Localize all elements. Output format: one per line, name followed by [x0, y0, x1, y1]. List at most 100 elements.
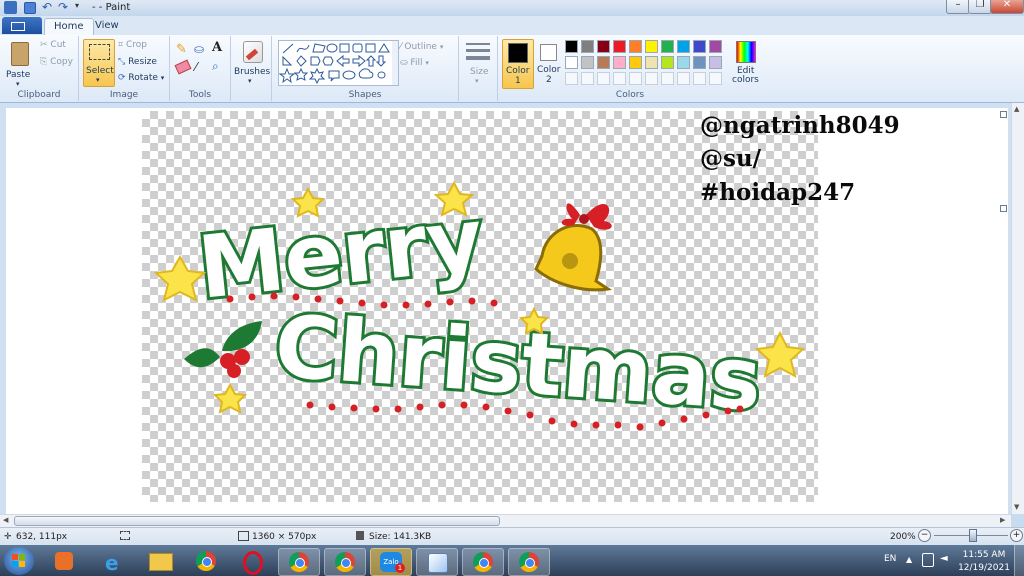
scroll-left-icon[interactable]: ◀	[3, 516, 8, 524]
resize-button[interactable]: ⤡ Resize	[118, 57, 157, 67]
selection-size-icon	[120, 531, 130, 540]
chrome-profile-window-4[interactable]	[508, 548, 550, 576]
palette-swatch[interactable]	[581, 40, 594, 53]
palette-custom-slot[interactable]	[693, 72, 706, 85]
zoom-slider-thumb[interactable]	[969, 529, 977, 542]
opera-icon[interactable]	[232, 548, 272, 575]
clock-time[interactable]: 11:55 AM	[958, 550, 1010, 560]
color1-button[interactable]: Color 1	[502, 39, 534, 89]
palette-swatch[interactable]	[597, 56, 610, 69]
eraser-icon[interactable]	[174, 59, 192, 75]
copy-button[interactable]: ⎘ Copy	[40, 57, 73, 67]
palette-swatch[interactable]	[677, 40, 690, 53]
close-button[interactable]: ✕	[990, 0, 1024, 14]
undo-icon[interactable]: ↶	[42, 0, 52, 14]
minimize-button[interactable]: –	[946, 0, 970, 14]
tab-view[interactable]: View	[86, 18, 128, 35]
select-button[interactable]: Select ▾	[83, 39, 115, 87]
clock-date[interactable]: 12/19/2021	[958, 563, 1010, 573]
zalo-app-button[interactable]: Zalo 1	[370, 548, 412, 576]
scroll-right-icon[interactable]: ▶	[1000, 516, 1005, 524]
internet-explorer-icon[interactable]: e	[94, 548, 134, 575]
palette-custom-slot[interactable]	[709, 72, 722, 85]
chrome-profile-window-2[interactable]	[324, 548, 366, 576]
chrome-profile-window[interactable]	[278, 548, 320, 576]
palette-swatch[interactable]	[693, 40, 706, 53]
pencil-icon[interactable]: ✎	[176, 42, 187, 57]
palette-custom-slot[interactable]	[613, 72, 626, 85]
resize-handle-right[interactable]	[1000, 205, 1007, 212]
shapes-gallery[interactable]	[278, 40, 394, 86]
paint-taskbar-icon[interactable]	[416, 548, 458, 576]
fill-bucket-icon[interactable]: ⛀	[194, 42, 204, 56]
network-icon[interactable]	[922, 553, 934, 567]
palette-swatch[interactable]	[677, 56, 690, 69]
palette-swatch[interactable]	[565, 56, 578, 69]
input-language[interactable]: EN	[884, 554, 896, 564]
palette-custom-slot[interactable]	[565, 72, 578, 85]
palette-swatch[interactable]	[645, 56, 658, 69]
scroll-down-icon[interactable]: ▼	[1014, 503, 1019, 511]
palette-swatch[interactable]	[629, 40, 642, 53]
brushes-button[interactable]: Brushes ▾	[234, 39, 270, 85]
colors-group-label: Colors	[615, 90, 645, 100]
crop-button[interactable]: ⌗ Crop	[118, 40, 147, 50]
chevron-down-icon: ▾	[96, 76, 100, 84]
palette-custom-slot[interactable]	[581, 72, 594, 85]
shapes-gallery-scroll[interactable]	[392, 40, 399, 86]
palette-swatch[interactable]	[645, 40, 658, 53]
color-picker-icon[interactable]: ⁄	[195, 60, 197, 74]
rotate-button[interactable]: ⟳ Rotate ▾	[118, 73, 164, 83]
fill-button[interactable]: ⛀ Fill ▾	[400, 58, 429, 68]
file-explorer-icon[interactable]	[140, 548, 180, 574]
zoom-in-button[interactable]: +	[1010, 529, 1023, 542]
magnifier-icon[interactable]: ⌕	[212, 59, 219, 74]
palette-swatch[interactable]	[693, 56, 706, 69]
edit-colors-button[interactable]: Edit colors	[732, 39, 760, 87]
horizontal-scroll-thumb[interactable]	[14, 516, 500, 526]
palette-custom-slot[interactable]	[597, 72, 610, 85]
customize-quick-access-icon[interactable]: ▾	[75, 1, 79, 10]
zoom-out-button[interactable]: −	[918, 529, 931, 542]
palette-custom-slot[interactable]	[661, 72, 674, 85]
save-icon[interactable]	[24, 2, 36, 14]
chrome-profile-window-3[interactable]	[462, 548, 504, 576]
volume-icon[interactable]: ◄	[940, 553, 948, 564]
palette-swatch[interactable]	[613, 40, 626, 53]
palette-swatch[interactable]	[581, 56, 594, 69]
start-button[interactable]	[4, 547, 34, 575]
palette-swatch[interactable]	[709, 56, 722, 69]
palette-swatch[interactable]	[613, 56, 626, 69]
redo-icon[interactable]: ↷	[58, 0, 68, 14]
palette-swatch[interactable]	[709, 40, 722, 53]
clipboard-icon	[11, 42, 29, 66]
file-menu-button[interactable]	[2, 17, 42, 34]
chevron-down-icon: ▾	[475, 77, 479, 85]
media-player-icon[interactable]	[44, 548, 84, 574]
paint-app-icon[interactable]	[4, 1, 17, 14]
palette-custom-slot[interactable]	[629, 72, 642, 85]
palette-custom-slot[interactable]	[677, 72, 690, 85]
palette-swatch[interactable]	[661, 56, 674, 69]
scroll-up-icon[interactable]: ▲	[1014, 105, 1019, 113]
fill-icon: ⛀	[400, 58, 408, 68]
color-spectrum-icon	[736, 41, 756, 63]
palette-custom-slot[interactable]	[645, 72, 658, 85]
chrome-icon[interactable]	[186, 548, 226, 574]
show-desktop-button[interactable]	[1014, 545, 1024, 576]
image-group-label: Image	[109, 90, 139, 100]
size-button[interactable]: Size ▾	[463, 39, 493, 85]
palette-swatch[interactable]	[661, 40, 674, 53]
show-hidden-icons[interactable]: ▲	[906, 555, 912, 564]
palette-swatch[interactable]	[565, 40, 578, 53]
palette-swatch[interactable]	[597, 40, 610, 53]
resize-handle-top-right[interactable]	[1000, 111, 1007, 118]
restore-button[interactable]: ❐	[968, 0, 992, 14]
vertical-scrollbar[interactable]: ▲ ▼	[1011, 103, 1024, 514]
color2-button[interactable]: Color 2	[536, 39, 562, 87]
clipboard-group: Paste ▾ ✂ Cut ⎘ Copy Clipboard	[0, 36, 79, 101]
cut-button[interactable]: ✂ Cut	[40, 40, 66, 50]
text-tool-icon[interactable]: A	[212, 40, 222, 55]
palette-swatch[interactable]	[629, 56, 642, 69]
outline-button[interactable]: ⁄ Outline ▾	[400, 42, 443, 52]
